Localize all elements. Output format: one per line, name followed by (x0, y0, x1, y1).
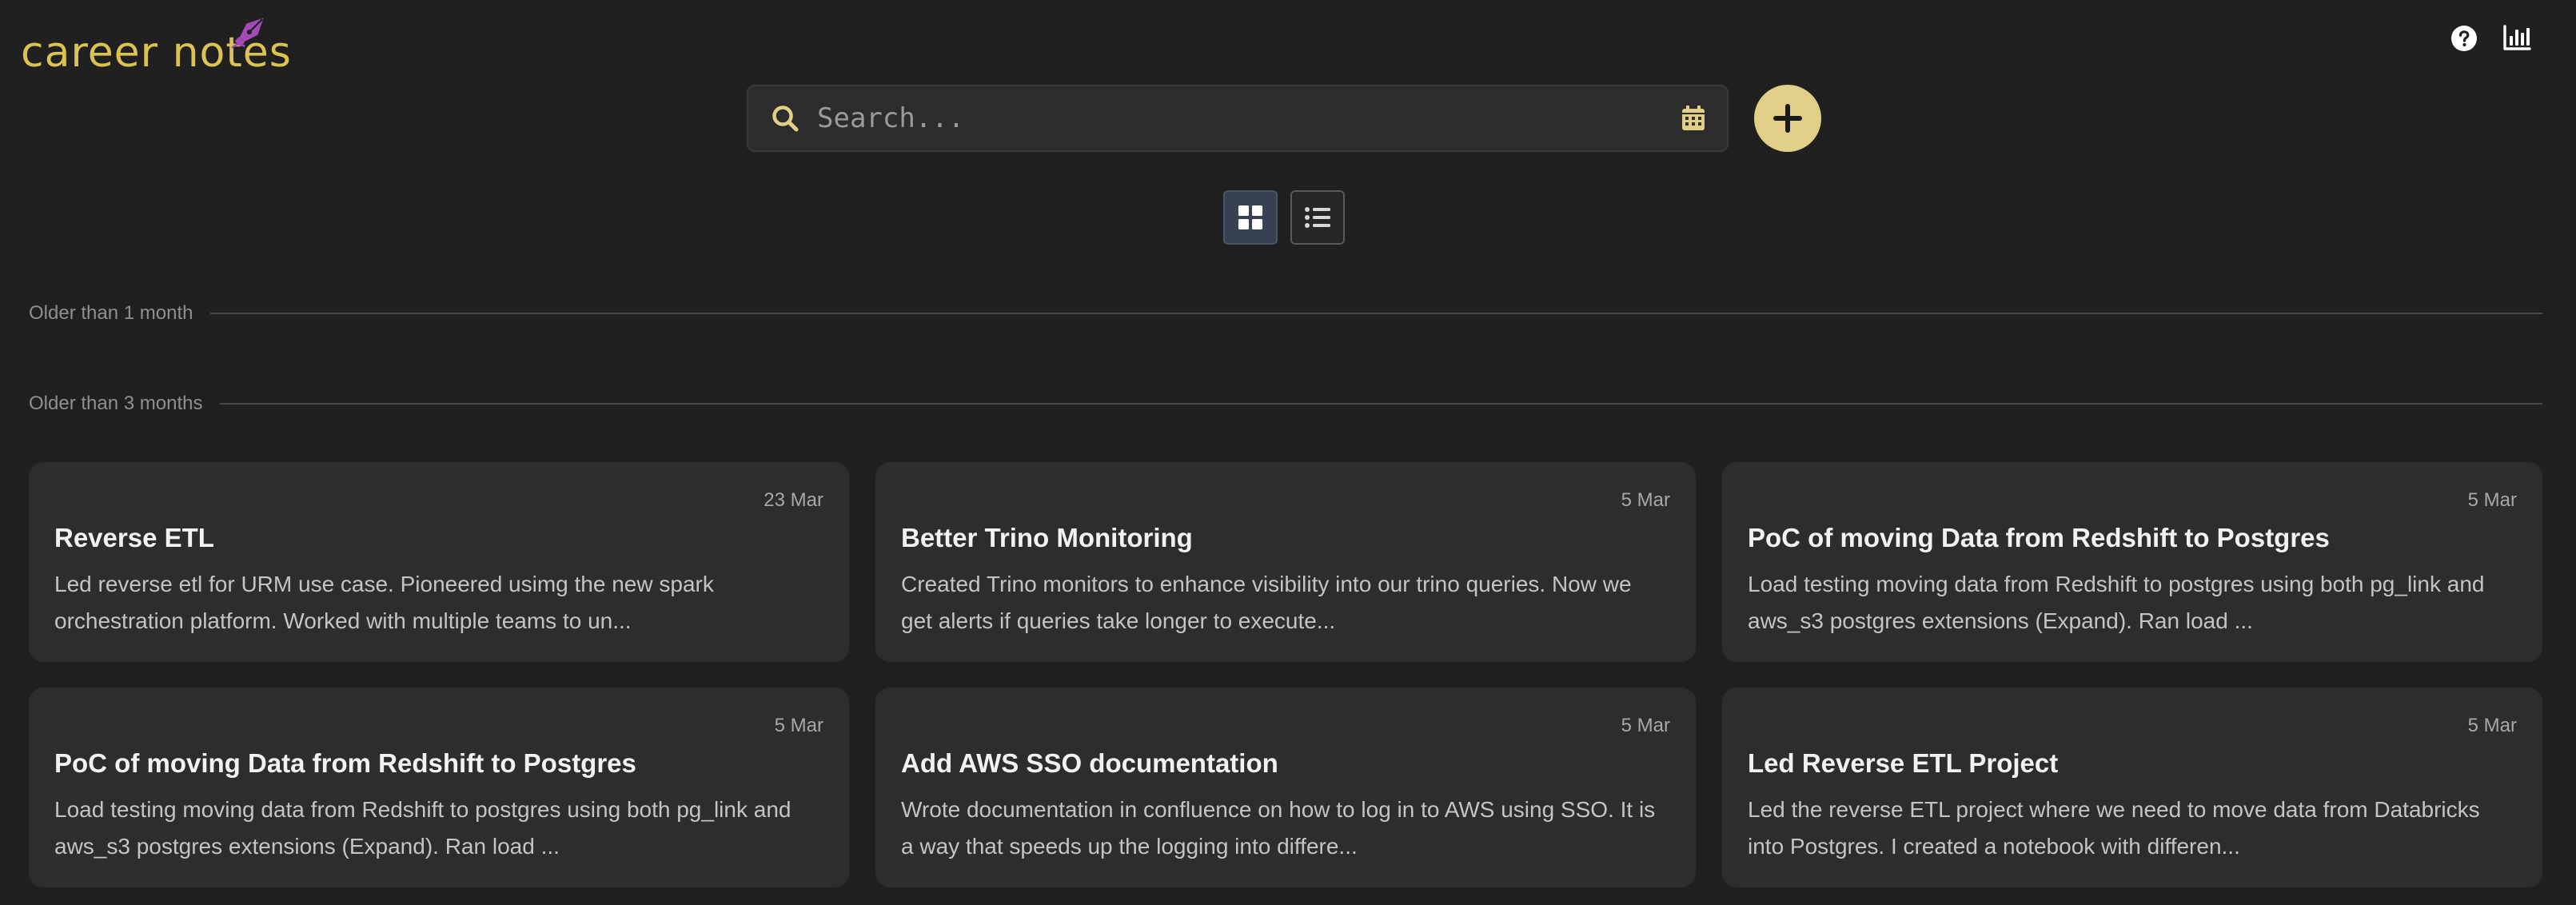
search-input[interactable] (801, 86, 1677, 150)
note-body: Wrote documentation in confluence on how… (901, 797, 1656, 859)
help-icon[interactable] (2450, 24, 2478, 53)
note-title: Add AWS SSO documentation (901, 748, 1278, 778)
list-view-button[interactable] (1290, 190, 1345, 245)
note-body: Created Trino monitors to enhance visibi… (901, 572, 1632, 633)
note-body: Led reverse etl for URM use case. Pionee… (54, 572, 714, 633)
divider-line (210, 313, 2542, 314)
note-body: Load testing moving data from Redshift t… (1748, 572, 2485, 633)
search-bar (747, 85, 1729, 152)
grid-icon (1238, 205, 1262, 229)
section-divider-1-month: Older than 1 month (29, 302, 2542, 325)
note-title: Better Trino Monitoring (901, 523, 1193, 552)
search-icon (769, 102, 801, 134)
fountain-pen-icon (231, 18, 264, 49)
note-card[interactable]: 5 Mar Better Trino Monitoring Created Tr… (875, 462, 1696, 662)
section-label: Older than 1 month (29, 302, 193, 324)
app-page: career notes Search... Older than 1 mont… (0, 0, 2576, 905)
note-title: Led Reverse ETL Project (1748, 748, 2059, 778)
note-title: Reverse ETL (54, 523, 214, 552)
note-card[interactable]: 5 Mar Add AWS SSO documentation Wrote do… (875, 688, 1696, 887)
note-date: 5 Mar (1621, 489, 1670, 511)
add-note-button[interactable] (1754, 85, 1821, 152)
header-actions (2450, 24, 2531, 53)
note-date: 23 Mar (764, 489, 823, 511)
note-date: 5 Mar (1621, 715, 1670, 736)
note-date: 5 Mar (2467, 715, 2517, 736)
calendar-icon[interactable] (1677, 102, 1709, 134)
note-card[interactable]: 5 Mar Led Reverse ETL Project Led the re… (1722, 688, 2542, 887)
plus-icon (1773, 104, 1802, 133)
list-icon (1305, 207, 1330, 228)
grid-view-button[interactable] (1223, 190, 1278, 245)
notes-grid: 23 Mar Reverse ETL Led reverse etl for U… (29, 462, 2542, 887)
app-logo[interactable]: career notes (21, 6, 293, 78)
note-body: Led the reverse ETL project where we nee… (1748, 797, 2480, 859)
note-card[interactable]: 5 Mar PoC of moving Data from Redshift t… (29, 688, 849, 887)
note-title: PoC of moving Data from Redshift to Post… (1748, 523, 2330, 552)
note-title: PoC of moving Data from Redshift to Post… (54, 748, 636, 778)
note-date: 5 Mar (774, 715, 823, 736)
section-divider-3-months: Older than 3 months (29, 393, 2542, 415)
chart-bar-icon[interactable] (2502, 24, 2531, 53)
divider-line (220, 403, 2542, 405)
section-label: Older than 3 months (29, 393, 203, 414)
note-date: 5 Mar (2467, 489, 2517, 511)
note-card[interactable]: 5 Mar PoC of moving Data from Redshift t… (1722, 462, 2542, 662)
note-body: Load testing moving data from Redshift t… (54, 797, 792, 859)
note-card[interactable]: 23 Mar Reverse ETL Led reverse etl for U… (29, 462, 849, 662)
